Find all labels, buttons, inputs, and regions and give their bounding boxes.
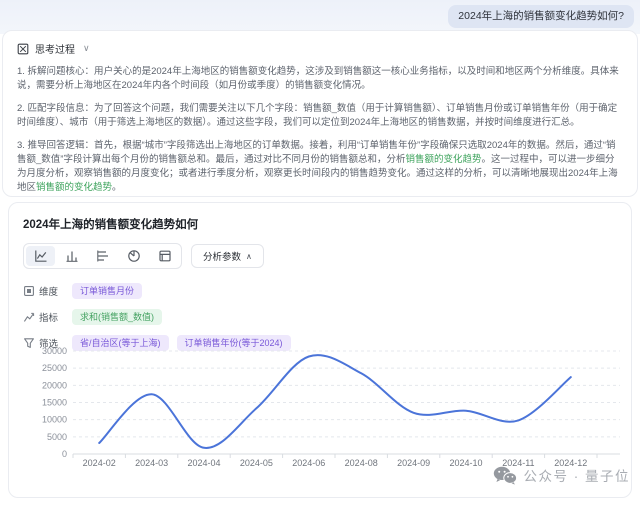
param-row-dimension: 维度 订单销售月份	[23, 282, 617, 300]
thinking-paragraph-3: 3. 推导回答逻辑：首先，根据“城市”字段筛选出上海地区的订单数据。接着，利用“…	[17, 139, 623, 195]
line-chart-icon[interactable]	[26, 246, 55, 266]
svg-text:25000: 25000	[42, 363, 67, 373]
analysis-panel: 2024年上海的销售额变化趋势如何	[8, 202, 632, 498]
chart-type-switcher	[23, 243, 182, 269]
table-view-icon[interactable]	[150, 246, 179, 266]
svg-text:0: 0	[62, 449, 67, 459]
param-label-metric: 指标	[39, 310, 58, 324]
thinking-panel: 思考过程 ∨ 1. 拆解问题核心：用户关心的是2024年上海地区的销售额变化趋势…	[2, 30, 638, 197]
watermark: 公众号 · 量子位	[493, 465, 631, 485]
analysis-params-button[interactable]: 分析参数 ∧	[191, 244, 264, 268]
metric-icon	[23, 311, 35, 323]
param-row-metric: 指标 求和(销售额_数值)	[23, 308, 617, 326]
analysis-params-label: 分析参数	[203, 249, 241, 263]
chevron-down-icon[interactable]: ∨	[83, 43, 90, 54]
thinking-icon	[17, 43, 29, 55]
trend-chart-svg: 0 5000 10000 15000 20000 25000 30000 2024-02 202…	[15, 338, 627, 472]
watermark-text: 公众号 · 量子位	[524, 465, 631, 485]
svg-text:2024-04: 2024-04	[187, 458, 220, 468]
svg-text:30000: 30000	[42, 346, 67, 356]
svg-text:2024-05: 2024-05	[240, 458, 273, 468]
svg-text:2024-09: 2024-09	[397, 458, 430, 468]
user-message-bubble: 2024年上海的销售额变化趋势如何?	[448, 5, 634, 28]
svg-text:2024-03: 2024-03	[135, 458, 168, 468]
pie-chart-icon[interactable]	[119, 246, 148, 266]
wechat-icon	[493, 466, 517, 485]
svg-text:20000: 20000	[42, 380, 67, 390]
chevron-up-icon: ∧	[246, 252, 252, 261]
horizontal-bar-chart-icon[interactable]	[88, 246, 117, 266]
svg-text:2024-02: 2024-02	[83, 458, 116, 468]
analysis-title: 2024年上海的销售额变化趋势如何	[23, 216, 617, 232]
thinking-paragraph-1: 1. 拆解问题核心：用户关心的是2024年上海地区的销售额变化趋势，这涉及到销售…	[17, 65, 623, 93]
chart-toolbar: 分析参数 ∧	[23, 243, 617, 269]
dimension-tags: 订单销售月份	[72, 283, 142, 299]
param-tag: 订单销售月份	[72, 283, 142, 299]
svg-text:2024-06: 2024-06	[292, 458, 325, 468]
sales-trend-chart: 0 5000 10000 15000 20000 25000 30000 2024-02 202…	[15, 338, 627, 472]
svg-text:5000: 5000	[47, 432, 67, 442]
svg-text:15000: 15000	[42, 398, 67, 408]
metric-tags: 求和(销售额_数值)	[72, 309, 162, 325]
svg-text:10000: 10000	[42, 415, 67, 425]
chat-background: 2024年上海的销售额变化趋势如何?	[0, 0, 640, 34]
param-tag: 求和(销售额_数值)	[72, 309, 162, 325]
svg-text:2024-08: 2024-08	[345, 458, 378, 468]
thinking-paragraph-2: 2. 匹配字段信息：为了回答这个问题，我们需要关注以下几个字段：销售额_数值（用…	[17, 102, 623, 130]
thinking-title: 思考过程	[35, 41, 75, 56]
svg-text:2024-10: 2024-10	[449, 458, 482, 468]
param-label-dimension: 维度	[39, 284, 58, 298]
bar-chart-icon[interactable]	[57, 246, 86, 266]
dimension-icon	[23, 285, 35, 297]
thinking-header[interactable]: 思考过程 ∨	[17, 41, 623, 56]
